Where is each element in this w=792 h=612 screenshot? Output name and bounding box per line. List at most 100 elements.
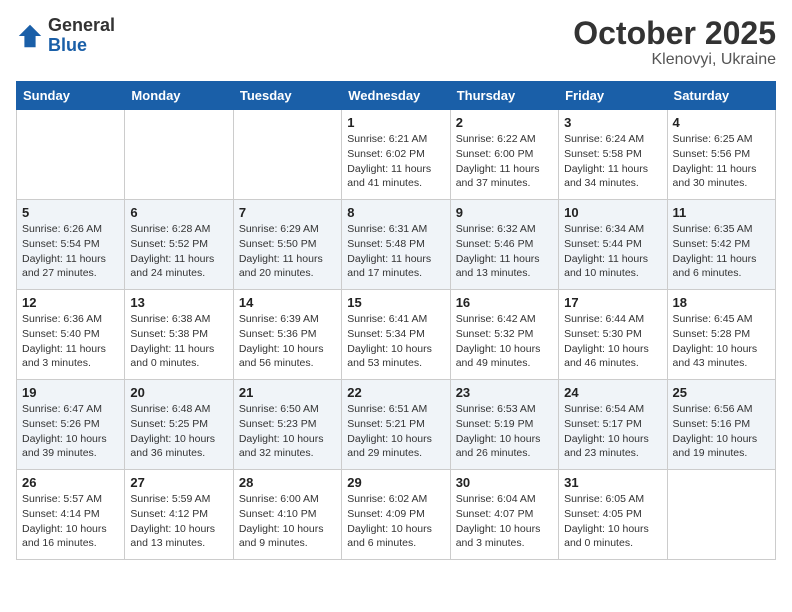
calendar-cell: 26Sunrise: 5:57 AM Sunset: 4:14 PM Dayli… — [17, 470, 125, 560]
day-number: 3 — [564, 115, 661, 130]
day-info: Sunrise: 6:25 AM Sunset: 5:56 PM Dayligh… — [673, 132, 770, 191]
calendar-cell: 13 Sunrise: 6:38 AM Sunset: 5:38 PM Dayli… — [125, 290, 233, 380]
day-info: Sunrise: 6:34 AM Sunset: 5:44 PM Dayligh… — [564, 222, 661, 281]
title-block: October 2025 Klenovyi, Ukraine — [573, 16, 776, 69]
calendar-cell: 2 Sunrise: 6:22 AM Sunset: 6:00 PM Daylig… — [450, 110, 558, 200]
day-info: Sunrise: 6:38 AM Sunset: 5:38 PM Dayligh… — [130, 312, 227, 371]
calendar-cell: 23 Sunrise: 6:53 AM Sunset: 5:19 PM Dayli… — [450, 380, 558, 470]
day-number: 10 — [564, 205, 661, 220]
calendar-cell: 22 Sunrise: 6:51 AM Sunset: 5:21 PM Dayli… — [342, 380, 450, 470]
calendar-cell: 5Sunrise: 6:26 AM Sunset: 5:54 PM Daylig… — [17, 200, 125, 290]
day-number: 9 — [456, 205, 553, 220]
day-number: 24 — [564, 385, 661, 400]
day-info: Sunrise: 6:45 AM Sunset: 5:28 PM Dayligh… — [673, 312, 770, 371]
day-info: Sunrise: 6:48 AM Sunset: 5:25 PM Dayligh… — [130, 402, 227, 461]
day-info: Sunrise: 5:59 AM Sunset: 4:12 PM Dayligh… — [130, 492, 227, 551]
day-number: 1 — [347, 115, 444, 130]
weekday-header-monday: Monday — [125, 82, 233, 110]
calendar-cell: 18 Sunrise: 6:45 AM Sunset: 5:28 PM Dayli… — [667, 290, 775, 380]
calendar-cell: 19 Sunrise: 6:47 AM Sunset: 5:26 PM Dayli… — [17, 380, 125, 470]
weekday-header-wednesday: Wednesday — [342, 82, 450, 110]
day-info: Sunrise: 6:00 AM Sunset: 4:10 PM Dayligh… — [239, 492, 336, 551]
day-number: 18 — [673, 295, 770, 310]
calendar-week-row: 1 Sunrise: 6:21 AM Sunset: 6:02 PM Daylig… — [17, 110, 776, 200]
day-number: 14 — [239, 295, 336, 310]
day-info: Sunrise: 6:31 AM Sunset: 5:48 PM Dayligh… — [347, 222, 444, 281]
day-number: 5 — [22, 205, 119, 220]
calendar-week-row: 19 Sunrise: 6:47 AM Sunset: 5:26 PM Dayli… — [17, 380, 776, 470]
day-number: 2 — [456, 115, 553, 130]
calendar-cell: 27 Sunrise: 5:59 AM Sunset: 4:12 PM Dayli… — [125, 470, 233, 560]
calendar-cell: 29 Sunrise: 6:02 AM Sunset: 4:09 PM Dayli… — [342, 470, 450, 560]
calendar-cell — [125, 110, 233, 200]
calendar-cell: 6Sunrise: 6:28 AM Sunset: 5:52 PM Daylig… — [125, 200, 233, 290]
calendar-cell: 3 Sunrise: 6:24 AM Sunset: 5:58 PM Daylig… — [559, 110, 667, 200]
month-title: October 2025 — [573, 16, 776, 51]
day-number: 25 — [673, 385, 770, 400]
weekday-header-row: SundayMondayTuesdayWednesdayThursdayFrid… — [17, 82, 776, 110]
day-number: 15 — [347, 295, 444, 310]
day-number: 13 — [130, 295, 227, 310]
day-number: 27 — [130, 475, 227, 490]
day-number: 16 — [456, 295, 553, 310]
day-number: 8 — [347, 205, 444, 220]
day-number: 28 — [239, 475, 336, 490]
weekday-header-friday: Friday — [559, 82, 667, 110]
day-number: 19 — [22, 385, 119, 400]
day-number: 21 — [239, 385, 336, 400]
calendar-cell: 4Sunrise: 6:25 AM Sunset: 5:56 PM Daylig… — [667, 110, 775, 200]
day-info: Sunrise: 6:21 AM Sunset: 6:02 PM Dayligh… — [347, 132, 444, 191]
weekday-header-thursday: Thursday — [450, 82, 558, 110]
day-number: 22 — [347, 385, 444, 400]
day-number: 20 — [130, 385, 227, 400]
calendar-cell — [667, 470, 775, 560]
day-info: Sunrise: 6:56 AM Sunset: 5:16 PM Dayligh… — [673, 402, 770, 461]
calendar-cell: 30 Sunrise: 6:04 AM Sunset: 4:07 PM Dayli… — [450, 470, 558, 560]
day-info: Sunrise: 6:32 AM Sunset: 5:46 PM Dayligh… — [456, 222, 553, 281]
calendar-week-row: 5Sunrise: 6:26 AM Sunset: 5:54 PM Daylig… — [17, 200, 776, 290]
calendar-cell: 21Sunrise: 6:50 AM Sunset: 5:23 PM Dayli… — [233, 380, 341, 470]
day-info: Sunrise: 6:24 AM Sunset: 5:58 PM Dayligh… — [564, 132, 661, 191]
day-info: Sunrise: 6:22 AM Sunset: 6:00 PM Dayligh… — [456, 132, 553, 191]
calendar-cell: 7Sunrise: 6:29 AM Sunset: 5:50 PM Daylig… — [233, 200, 341, 290]
day-info: Sunrise: 6:51 AM Sunset: 5:21 PM Dayligh… — [347, 402, 444, 461]
calendar-cell: 25 Sunrise: 6:56 AM Sunset: 5:16 PM Dayli… — [667, 380, 775, 470]
calendar-week-row: 12 Sunrise: 6:36 AM Sunset: 5:40 PM Dayli… — [17, 290, 776, 380]
day-info: Sunrise: 6:41 AM Sunset: 5:34 PM Dayligh… — [347, 312, 444, 371]
calendar-cell: 24Sunrise: 6:54 AM Sunset: 5:17 PM Dayli… — [559, 380, 667, 470]
day-number: 12 — [22, 295, 119, 310]
day-number: 29 — [347, 475, 444, 490]
calendar-cell: 15 Sunrise: 6:41 AM Sunset: 5:34 PM Dayli… — [342, 290, 450, 380]
day-number: 30 — [456, 475, 553, 490]
calendar-cell: 10 Sunrise: 6:34 AM Sunset: 5:44 PM Dayli… — [559, 200, 667, 290]
day-number: 23 — [456, 385, 553, 400]
day-info: Sunrise: 6:05 AM Sunset: 4:05 PM Dayligh… — [564, 492, 661, 551]
calendar-cell — [233, 110, 341, 200]
calendar-cell — [17, 110, 125, 200]
day-info: Sunrise: 6:47 AM Sunset: 5:26 PM Dayligh… — [22, 402, 119, 461]
calendar-cell: 28 Sunrise: 6:00 AM Sunset: 4:10 PM Dayli… — [233, 470, 341, 560]
calendar-cell: 14 Sunrise: 6:39 AM Sunset: 5:36 PM Dayli… — [233, 290, 341, 380]
day-number: 7 — [239, 205, 336, 220]
calendar-cell: 17Sunrise: 6:44 AM Sunset: 5:30 PM Dayli… — [559, 290, 667, 380]
day-info: Sunrise: 5:57 AM Sunset: 4:14 PM Dayligh… — [22, 492, 119, 551]
day-info: Sunrise: 6:53 AM Sunset: 5:19 PM Dayligh… — [456, 402, 553, 461]
logo-blue: Blue — [48, 35, 87, 55]
day-info: Sunrise: 6:42 AM Sunset: 5:32 PM Dayligh… — [456, 312, 553, 371]
day-info: Sunrise: 6:39 AM Sunset: 5:36 PM Dayligh… — [239, 312, 336, 371]
day-info: Sunrise: 6:36 AM Sunset: 5:40 PM Dayligh… — [22, 312, 119, 371]
calendar-cell: 31Sunrise: 6:05 AM Sunset: 4:05 PM Dayli… — [559, 470, 667, 560]
calendar-cell: 1 Sunrise: 6:21 AM Sunset: 6:02 PM Daylig… — [342, 110, 450, 200]
day-info: Sunrise: 6:02 AM Sunset: 4:09 PM Dayligh… — [347, 492, 444, 551]
calendar-cell: 9 Sunrise: 6:32 AM Sunset: 5:46 PM Daylig… — [450, 200, 558, 290]
weekday-header-sunday: Sunday — [17, 82, 125, 110]
location-title: Klenovyi, Ukraine — [573, 51, 776, 69]
page-header: General Blue October 2025 Klenovyi, Ukra… — [16, 16, 776, 69]
logo-icon — [16, 22, 44, 50]
day-info: Sunrise: 6:28 AM Sunset: 5:52 PM Dayligh… — [130, 222, 227, 281]
day-number: 11 — [673, 205, 770, 220]
day-number: 17 — [564, 295, 661, 310]
logo-general: General — [48, 15, 115, 35]
day-info: Sunrise: 6:04 AM Sunset: 4:07 PM Dayligh… — [456, 492, 553, 551]
calendar-cell: 8 Sunrise: 6:31 AM Sunset: 5:48 PM Daylig… — [342, 200, 450, 290]
